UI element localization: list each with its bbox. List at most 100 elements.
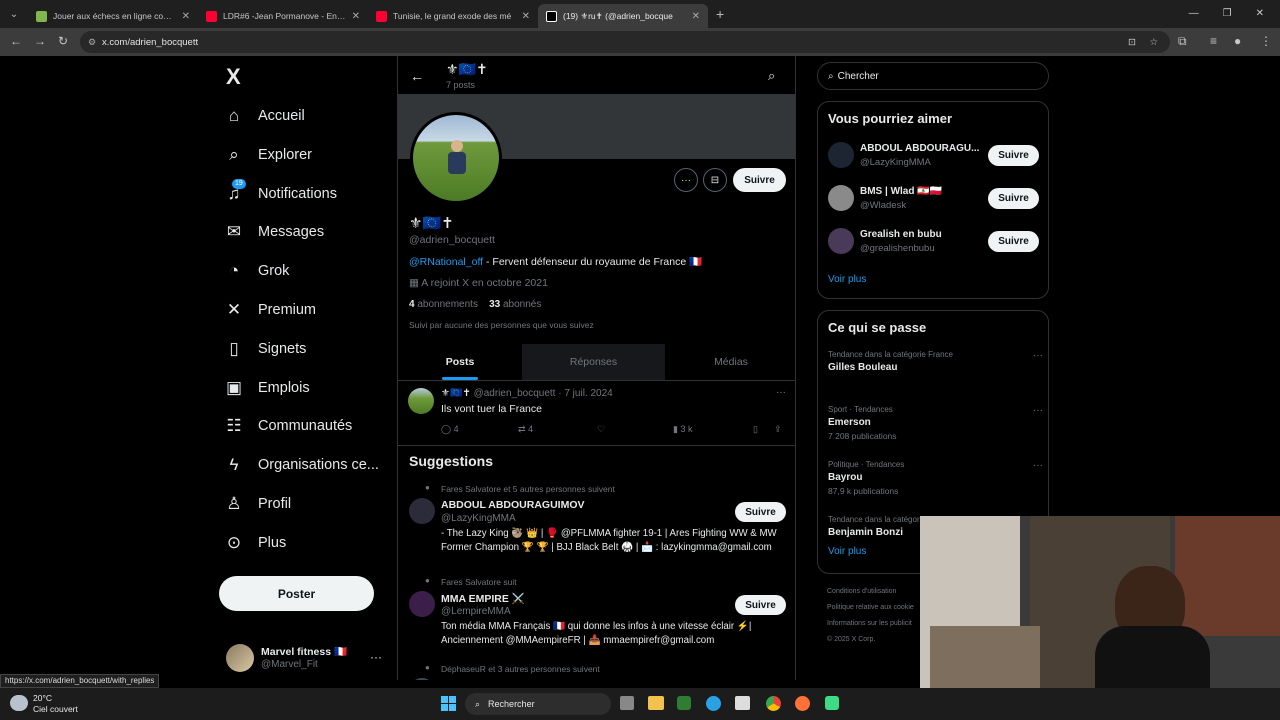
who-avatar[interactable]: [828, 228, 854, 254]
install-icon[interactable]: ⊡: [1128, 37, 1136, 48]
nav-item-notifications[interactable]: ♫ 19 Notifications: [224, 178, 337, 204]
suggestion-name[interactable]: ABDOUL ABDOURAGUIMOV: [441, 499, 585, 511]
xbox-icon[interactable]: [677, 696, 691, 710]
footer-link[interactable]: Politique relative aux cookie: [827, 600, 914, 616]
follow-button[interactable]: Suivre: [733, 168, 786, 192]
followers-link[interactable]: 33 abonnés: [489, 299, 541, 310]
who-handle[interactable]: @Wladesk: [860, 200, 906, 211]
nav-item-signets[interactable]: ▯ Signets: [224, 339, 306, 359]
tab-posts[interactable]: Posts: [398, 344, 522, 380]
browser-tab[interactable]: Jouer aux échecs en ligne contre ✕: [28, 4, 198, 28]
who-handle[interactable]: @grealishenbubu: [860, 243, 935, 254]
back-icon[interactable]: ←: [10, 34, 22, 48]
who-follow-button[interactable]: Suivre: [988, 145, 1039, 166]
suggestion-follow-button[interactable]: Suivre: [735, 502, 786, 522]
post-button[interactable]: Poster: [219, 576, 374, 611]
trends-see-more-link[interactable]: Voir plus: [828, 546, 866, 557]
nav-item-premium[interactable]: ✕ Premium: [224, 300, 316, 320]
nav-item-messages[interactable]: ✉ Messages: [224, 222, 324, 242]
account-more-icon[interactable]: ···: [370, 650, 382, 664]
bio-link[interactable]: @RNational_off: [409, 256, 483, 268]
file-explorer-icon[interactable]: [648, 696, 664, 710]
following-link[interactable]: 4 abonnements: [409, 299, 478, 310]
footer-link[interactable]: © 2025 X Corp.: [827, 632, 914, 648]
suggestion-avatar[interactable]: [409, 591, 435, 617]
tab-close-icon[interactable]: ✕: [692, 11, 700, 22]
subscribe-bell-icon[interactable]: ⊟: [703, 168, 727, 192]
search-input[interactable]: ⌕ Chercher: [817, 62, 1049, 90]
nav-item-grok[interactable]: ◔ Grok: [224, 261, 290, 281]
who-follow-button[interactable]: Suivre: [988, 188, 1039, 209]
media-icon[interactable]: ≡: [1210, 34, 1217, 48]
trend-more-icon[interactable]: ···: [1033, 350, 1043, 361]
see-more-link[interactable]: Voir plus: [828, 274, 866, 285]
tab-close-icon[interactable]: ✕: [522, 11, 530, 22]
nav-item-accueil[interactable]: ⌂ Accueil: [224, 106, 305, 126]
tab-médias[interactable]: Médias: [665, 344, 795, 380]
trend-more-icon[interactable]: ···: [1033, 460, 1043, 471]
minimize-icon[interactable]: —: [1189, 8, 1199, 19]
share-icon[interactable]: ⇪: [774, 424, 782, 435]
who-follow-button[interactable]: Suivre: [988, 231, 1039, 252]
suggestion-handle[interactable]: @LazyKingMMA: [441, 513, 516, 524]
new-tab-icon[interactable]: +: [716, 6, 724, 22]
tab-close-icon[interactable]: ✕: [182, 11, 190, 22]
tab-close-icon[interactable]: ✕: [352, 11, 360, 22]
tab-list-icon[interactable]: ⌄: [0, 9, 28, 20]
weather-icon[interactable]: [10, 695, 28, 711]
nav-item-explorer[interactable]: ⌕ Explorer: [224, 145, 312, 165]
back-arrow-icon[interactable]: ←: [410, 68, 424, 84]
like-icon[interactable]: ♡: [597, 424, 605, 435]
who-handle[interactable]: @LazyKingMMA: [860, 157, 931, 168]
nav-item-communautés[interactable]: ☷ Communautés: [224, 416, 352, 436]
suggestion-name[interactable]: mel: [441, 679, 459, 680]
x-logo-icon[interactable]: X: [226, 64, 241, 90]
nav-item-organisations-ce-[interactable]: ϟ Organisations ce...: [224, 455, 379, 475]
trend-more-icon[interactable]: ···: [1033, 405, 1043, 416]
bookmark-icon[interactable]: ▯: [753, 424, 758, 435]
store-icon[interactable]: [735, 696, 750, 710]
maximize-icon[interactable]: ❐: [1223, 8, 1232, 19]
who-name[interactable]: BMS | Wlad 🇱🇧🇵🇱: [860, 186, 942, 197]
suggestion-name[interactable]: MMA EMPIRE ⚔️: [441, 592, 525, 605]
account-avatar[interactable]: [226, 644, 254, 672]
taskbar-search[interactable]: ⌕ Rechercher: [465, 693, 611, 715]
firefox-icon[interactable]: [795, 696, 810, 711]
start-icon[interactable]: [441, 696, 456, 711]
browser-tab[interactable]: (19) ⚜ru✝ (@adrien_bocque ✕: [538, 4, 708, 28]
extensions-icon[interactable]: ⧉: [1178, 34, 1187, 49]
profile-icon[interactable]: ●: [1234, 34, 1241, 48]
window-close-icon[interactable]: ✕: [1256, 8, 1264, 19]
repost-action[interactable]: ⇄ 4: [518, 424, 533, 435]
tab-réponses[interactable]: Réponses: [522, 344, 665, 380]
task-view-icon[interactable]: [620, 696, 634, 710]
post-more-icon[interactable]: ···: [776, 387, 786, 398]
app-icon[interactable]: [825, 696, 839, 710]
post-author[interactable]: ⚜🇪🇺✝: [441, 388, 471, 399]
nav-item-plus[interactable]: ⊙ Plus: [224, 533, 286, 553]
suggestion-handle[interactable]: @LempireMMA: [441, 606, 511, 617]
suggestion-avatar[interactable]: [409, 678, 435, 680]
trend-item[interactable]: Politique · Tendances Bayrou 87,9 k public…: [828, 460, 1043, 504]
more-actions-icon[interactable]: ···: [674, 168, 698, 192]
browser-menu-icon[interactable]: ⋮: [1260, 34, 1272, 48]
nav-item-emplois[interactable]: ▣ Emplois: [224, 378, 310, 398]
who-name[interactable]: Grealish en bubu: [860, 229, 942, 240]
who-avatar[interactable]: [828, 185, 854, 211]
profile-search-icon[interactable]: ⌕: [768, 68, 775, 84]
post-handle[interactable]: @adrien_bocquett: [474, 388, 556, 399]
suggestion-follow-button[interactable]: Suivre: [735, 595, 786, 615]
suggestion-avatar[interactable]: [409, 498, 435, 524]
chrome-icon[interactable]: [766, 696, 781, 711]
profile-avatar[interactable]: [410, 112, 502, 204]
edge-icon[interactable]: [706, 696, 721, 711]
browser-tab[interactable]: Tunisie, le grand exode des mé ✕: [368, 4, 538, 28]
who-avatar[interactable]: [828, 142, 854, 168]
trend-item[interactable]: Tendance dans la catégorie France Gilles …: [828, 350, 1043, 394]
url-field[interactable]: ⚙ x.com/adrien_bocquett ⊡ ☆: [80, 31, 1170, 53]
post-avatar[interactable]: [408, 388, 434, 414]
post-date[interactable]: · 7 juil. 2024: [558, 388, 612, 399]
reload-icon[interactable]: ↻: [58, 34, 68, 48]
trend-item[interactable]: Sport · Tendances Emerson 7 208 publicatio…: [828, 405, 1043, 449]
bookmark-star-icon[interactable]: ☆: [1149, 37, 1158, 48]
